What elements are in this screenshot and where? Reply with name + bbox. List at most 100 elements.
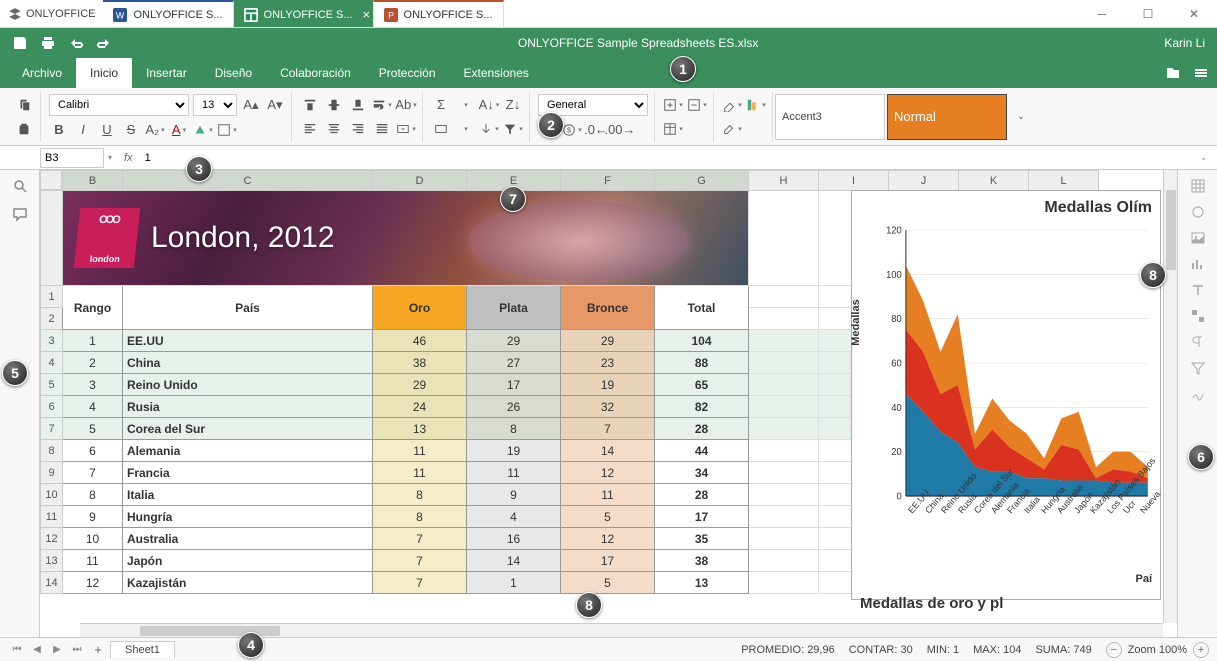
sort-asc-icon[interactable]: A↓ [479, 95, 499, 115]
merge-icon[interactable] [396, 119, 416, 139]
increase-font-icon[interactable]: A▴ [241, 95, 261, 115]
signature-settings-icon[interactable] [1190, 386, 1206, 402]
vertical-scrollbar[interactable] [1163, 170, 1177, 623]
text-settings-icon[interactable] [1190, 282, 1206, 298]
open-location-icon[interactable] [1165, 65, 1181, 81]
subscript-icon[interactable]: A₂ [145, 120, 165, 140]
fill-icon[interactable] [479, 119, 499, 139]
align-right-icon[interactable] [348, 119, 368, 139]
underline-icon[interactable]: U [97, 120, 117, 140]
print-icon[interactable] [40, 35, 56, 51]
menu-inicio[interactable]: Inicio [76, 58, 132, 88]
style-accent3[interactable]: Accent3 [775, 94, 885, 140]
comments-icon[interactable] [12, 206, 28, 222]
second-chart-title: Medallas de oro y pl [860, 595, 1152, 612]
chart-container[interactable]: Medallas Olím Medallas 020406080100120 E… [851, 190, 1161, 600]
doc-tab-sheet[interactable]: ONLYOFFICE S... × [234, 0, 374, 27]
menu-archivo[interactable]: Archivo [8, 58, 76, 88]
menu-insertar[interactable]: Insertar [132, 58, 201, 88]
menu-extensiones[interactable]: Extensiones [450, 58, 543, 88]
zoom-out-icon[interactable]: − [1106, 642, 1122, 658]
align-center-icon[interactable] [324, 119, 344, 139]
dec-decrease-icon[interactable]: .0← [586, 120, 606, 140]
name-box[interactable] [40, 148, 104, 168]
sheet-next-icon[interactable]: ▶ [48, 641, 66, 659]
pivot-settings-icon[interactable] [1190, 308, 1206, 324]
minimize-button[interactable]: ─ [1079, 0, 1125, 28]
copy-icon[interactable] [14, 95, 34, 115]
align-middle-icon[interactable] [324, 95, 344, 115]
style-expand-icon[interactable]: ⌄ [1009, 111, 1033, 122]
dec-increase-icon[interactable]: .00→ [610, 120, 630, 140]
named-range-icon[interactable] [431, 119, 451, 139]
sheet-tab[interactable]: Sheet1 [110, 641, 175, 658]
undo-icon[interactable] [68, 35, 84, 51]
menu-proteccion[interactable]: Protección [365, 58, 450, 88]
sum-icon[interactable]: Σ [431, 95, 451, 115]
menu-diseno[interactable]: Diseño [201, 58, 266, 88]
filter-icon[interactable] [503, 119, 523, 139]
wrap-text-icon[interactable] [372, 95, 392, 115]
maximize-button[interactable]: ☐ [1125, 0, 1171, 28]
doc-tab-label: ONLYOFFICE S... [133, 9, 222, 21]
align-top-icon[interactable] [300, 95, 320, 115]
font-select[interactable]: Calibri [49, 94, 189, 116]
svg-text:$: $ [567, 127, 571, 134]
align-left-icon[interactable] [300, 119, 320, 139]
delete-cells-icon[interactable] [687, 95, 707, 115]
status-contar: CONTAR: 30 [849, 644, 913, 656]
app-logo[interactable]: ONLYOFFICE [0, 7, 103, 21]
align-bottom-icon[interactable] [348, 95, 368, 115]
sort-desc-icon[interactable]: Z↓ [503, 95, 523, 115]
insert-cells-icon[interactable] [663, 95, 683, 115]
chart-settings-icon[interactable] [1190, 256, 1206, 272]
menu-icon[interactable] [1193, 65, 1209, 81]
paragraph-settings-icon[interactable] [1190, 334, 1206, 350]
bold-icon[interactable]: B [49, 120, 69, 140]
doc-tab-word[interactable]: W ONLYOFFICE S... [103, 0, 233, 27]
close-button[interactable]: ✕ [1171, 0, 1217, 28]
slicer-settings-icon[interactable] [1190, 360, 1206, 376]
strike-icon[interactable]: S [121, 120, 141, 140]
orientation-icon[interactable]: Ab [396, 95, 416, 115]
justify-icon[interactable] [372, 119, 392, 139]
doc-tab-pres[interactable]: P ONLYOFFICE S... [374, 0, 504, 27]
style-normal[interactable]: Normal [887, 94, 1007, 140]
paste-icon[interactable] [14, 119, 34, 139]
formula-expand-icon[interactable]: ⌄ [1194, 153, 1213, 162]
sheet-prev-icon[interactable]: ◀ [28, 641, 46, 659]
sheet-area[interactable]: BCDEFGHIJKL londonLondon, 20121RangoPaís… [40, 170, 1177, 637]
sum-dd-icon[interactable] [455, 95, 475, 115]
select-all-corner[interactable] [40, 170, 62, 190]
format-cells-icon[interactable] [722, 119, 742, 139]
redo-icon[interactable] [96, 35, 112, 51]
sheet-first-icon[interactable]: ⏮ [8, 641, 26, 659]
shape-settings-icon[interactable] [1190, 204, 1206, 220]
save-icon[interactable] [12, 35, 28, 51]
font-color-icon[interactable]: A [169, 120, 189, 140]
font-size-select[interactable]: 13 [193, 94, 237, 116]
cell-settings-icon[interactable] [1190, 178, 1206, 194]
named-range-dd[interactable] [455, 119, 475, 139]
close-icon[interactable]: × [363, 7, 371, 22]
fx-icon[interactable]: fx [116, 152, 141, 164]
user-name[interactable]: Karin Li [1164, 36, 1205, 50]
search-icon[interactable] [12, 178, 28, 194]
namebox-dropdown-icon[interactable]: ▾ [108, 153, 112, 162]
borders-icon[interactable] [217, 120, 237, 140]
menu-colaboracion[interactable]: Colaboración [266, 58, 365, 88]
zoom-in-icon[interactable]: + [1193, 642, 1209, 658]
image-settings-icon[interactable] [1190, 230, 1206, 246]
decrease-font-icon[interactable]: A▾ [265, 95, 285, 115]
clear-icon[interactable] [722, 95, 742, 115]
currency-icon[interactable]: $ [562, 120, 582, 140]
fill-color-icon[interactable] [193, 120, 213, 140]
area-chart: 020406080100120 [860, 223, 1152, 503]
conditional-format-icon[interactable] [746, 95, 766, 115]
sheet-last-icon[interactable]: ⏭ [68, 641, 86, 659]
format-table-icon[interactable] [663, 119, 683, 139]
italic-icon[interactable]: I [73, 120, 93, 140]
add-sheet-icon[interactable]: + [88, 640, 108, 660]
formula-input[interactable] [145, 148, 1191, 168]
zoom-level[interactable]: Zoom 100% [1128, 644, 1187, 656]
